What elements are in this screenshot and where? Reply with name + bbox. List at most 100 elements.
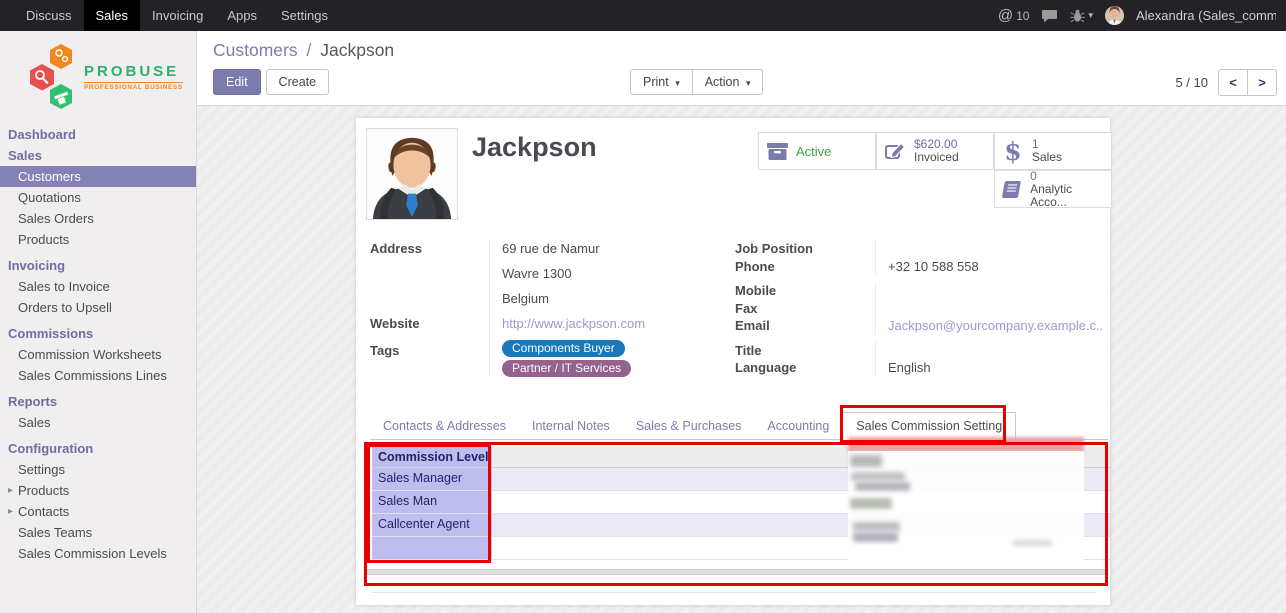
breadcrumb-customers-link[interactable]: Customers [213, 40, 298, 60]
invoiced-stat-button[interactable]: $620.00 Invoiced [876, 132, 994, 170]
main-area: Customers / Jackpson Edit Create Print ▾… [197, 31, 1286, 613]
action-dropdown-button[interactable]: Action ▾ [692, 69, 764, 95]
user-avatar[interactable] [1105, 6, 1124, 25]
title-label: Title [735, 342, 875, 360]
breadcrumb-separator: / [306, 40, 311, 60]
email-link[interactable]: Jackpson@yourcompany.example.c.. [888, 318, 1103, 333]
customer-form-sheet: Jackpson Active [356, 118, 1110, 605]
sidebar-section-commissions[interactable]: Commissions [0, 323, 196, 344]
dollar-icon: $ [1001, 137, 1025, 166]
analytic-accounts-stat-button[interactable]: 0 Analytic Acco... [994, 170, 1112, 208]
left-field-group: Address 69 rue de Namur Wavre 1300 Belgi… [370, 240, 735, 377]
tab-contacts-addresses[interactable]: Contacts & Addresses [370, 412, 519, 439]
language-label: Language [735, 359, 875, 377]
tab-internal-notes[interactable]: Internal Notes [519, 412, 623, 439]
at-icon: @ [998, 7, 1013, 24]
customer-photo [366, 128, 458, 220]
app-logo[interactable]: PROBUSE PROFESSIONAL BUSINESS [0, 31, 196, 119]
sidebar-section-reports[interactable]: Reports [0, 391, 196, 412]
sidebar-item-products[interactable]: Products [0, 229, 196, 250]
sidebar-item-orders-to-upsell[interactable]: Orders to Upsell [0, 297, 196, 318]
analytic-text: 0 Analytic Acco... [1030, 170, 1105, 209]
sidebar-item-quotations[interactable]: Quotations [0, 187, 196, 208]
tab-accounting[interactable]: Accounting [754, 412, 842, 439]
column-header-commission-level: Commission Level [372, 447, 492, 467]
sidebar-item-config-products[interactable]: ▸ Products [0, 480, 196, 501]
menu-apps[interactable]: Apps [215, 0, 269, 31]
analytic-count: 0 [1030, 170, 1105, 183]
sidebar-item-sales-teams[interactable]: Sales Teams [0, 522, 196, 543]
bug-icon [1070, 9, 1085, 23]
redacted-blob [850, 455, 882, 467]
book-icon [1001, 181, 1023, 198]
tab-sales-commission-setting[interactable]: Sales Commission Setting [842, 412, 1016, 440]
active-label: Active [796, 145, 831, 158]
email-value: Jackpson@yourcompany.example.c.. [875, 317, 1103, 335]
sidebar-item-label: Products [18, 480, 69, 501]
caret-down-icon: ▾ [746, 78, 751, 88]
menu-settings[interactable]: Settings [269, 0, 340, 31]
pager-previous-button[interactable]: < [1218, 69, 1248, 96]
tags-label: Tags [370, 338, 489, 377]
website-link: http://www.jackpson.com [489, 313, 735, 338]
table-scrollbar[interactable] [365, 569, 1107, 575]
topbar-right: @ 10 ▾ [998, 6, 1286, 25]
user-menu[interactable]: Alexandra (Sales_comm.. [1136, 8, 1276, 23]
address-label: Address [370, 240, 489, 313]
redacted-blob [850, 498, 892, 509]
commission-level-cell: Sales Manager [372, 468, 492, 490]
fax-value [875, 300, 1103, 318]
redacted-blob [851, 472, 905, 481]
messages-button[interactable] [1041, 9, 1058, 23]
content-background: Jackpson Active [197, 106, 1286, 613]
debug-menu-button[interactable]: ▾ [1070, 9, 1093, 23]
breadcrumb: Customers / Jackpson [213, 40, 394, 61]
notebook-tabs: Contacts & Addresses Internal Notes Sale… [370, 412, 1108, 440]
sidebar-item-reports-sales[interactable]: Sales [0, 412, 196, 433]
job-position-label: Job Position [735, 240, 875, 258]
mentions-count: 10 [1016, 9, 1029, 23]
tab-sales-purchases[interactable]: Sales & Purchases [623, 412, 755, 439]
caret-down-icon: ▾ [1088, 10, 1093, 21]
sales-stat-button[interactable]: $ 1 Sales [994, 132, 1112, 170]
redacted-blob [853, 522, 900, 531]
mobile-label: Mobile [735, 282, 875, 300]
sidebar-item-sales-orders[interactable]: Sales Orders [0, 208, 196, 229]
sidebar-section-configuration[interactable]: Configuration [0, 438, 196, 459]
fax-label: Fax [735, 300, 875, 318]
website-label: Website [370, 313, 489, 338]
print-dropdown-button[interactable]: Print ▾ [630, 69, 693, 95]
action-label: Action [705, 75, 740, 89]
phone-label: Phone [735, 258, 875, 276]
menu-sales[interactable]: Sales [84, 0, 141, 31]
sidebar-item-settings[interactable]: Settings [0, 459, 196, 480]
redacted-blob [1013, 540, 1052, 546]
logo-title: PROBUSE [84, 63, 183, 80]
sidebar-item-sales-commissions-lines[interactable]: Sales Commissions Lines [0, 365, 196, 386]
phone-value: +32 10 588 558 [875, 258, 1103, 276]
sidebar-item-commission-worksheets[interactable]: Commission Worksheets [0, 344, 196, 365]
archive-box-icon [765, 143, 789, 160]
sidebar-item-customers[interactable]: Customers [0, 166, 196, 187]
language-value: English [875, 359, 1103, 377]
sidebar-item-config-contacts[interactable]: ▸ Contacts [0, 501, 196, 522]
address-line: Wavre 1300 [502, 265, 735, 290]
edit-button[interactable]: Edit [213, 69, 261, 95]
job-position-value [875, 240, 1103, 258]
sidebar-item-sales-commission-levels[interactable]: Sales Commission Levels [0, 543, 196, 564]
sidebar-item-sales-to-invoice[interactable]: Sales to Invoice [0, 276, 196, 297]
website-url[interactable]: http://www.jackpson.com [502, 316, 645, 331]
invoiced-text: $620.00 Invoiced [914, 138, 959, 164]
menu-discuss[interactable]: Discuss [14, 0, 84, 31]
active-stat-button[interactable]: Active [758, 132, 876, 170]
pager-next-button[interactable]: > [1247, 69, 1277, 96]
mentions-button[interactable]: @ 10 [998, 7, 1030, 24]
control-panel: Customers / Jackpson Edit Create Print ▾… [197, 31, 1286, 106]
logo-text: PROBUSE PROFESSIONAL BUSINESS [84, 63, 183, 91]
menu-invoicing[interactable]: Invoicing [140, 0, 215, 31]
address-line: Belgium [502, 290, 735, 313]
create-button[interactable]: Create [266, 69, 330, 95]
sidebar-section-sales[interactable]: Sales [0, 145, 196, 166]
sidebar-section-dashboard[interactable]: Dashboard [0, 124, 196, 145]
sidebar-section-invoicing[interactable]: Invoicing [0, 255, 196, 276]
